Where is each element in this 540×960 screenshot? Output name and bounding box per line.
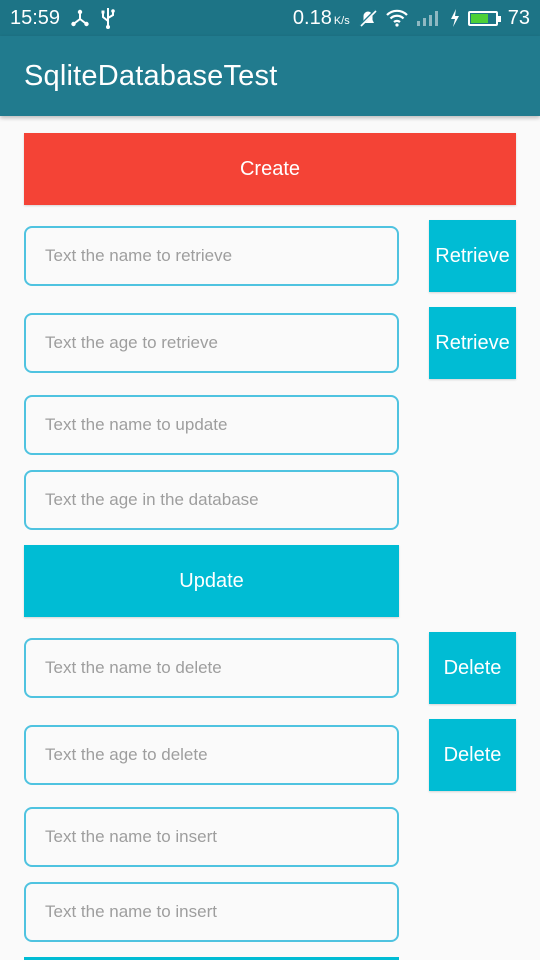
- insert-name-field[interactable]: [24, 807, 399, 867]
- insert-second-input[interactable]: [43, 901, 397, 923]
- battery-level-fill: [470, 13, 488, 23]
- delete-name-button[interactable]: Delete: [429, 632, 516, 704]
- delete-age-button[interactable]: Delete: [429, 719, 516, 791]
- delete-age-field[interactable]: [24, 725, 399, 785]
- retrieve-name-input[interactable]: [43, 245, 397, 267]
- create-button[interactable]: Create: [24, 133, 516, 205]
- status-bar: 15:59 0.18 K/s 73: [0, 0, 540, 36]
- update-age-input[interactable]: [43, 489, 397, 511]
- update-name-input[interactable]: [43, 414, 397, 436]
- retrieve-name-field[interactable]: [24, 226, 399, 286]
- status-time: 15:59: [10, 6, 61, 29]
- insert-name-input[interactable]: [43, 826, 397, 848]
- app-title: SqliteDatabaseTest: [24, 60, 278, 92]
- insert-second-field[interactable]: [24, 882, 399, 942]
- battery-icon: [467, 10, 501, 26]
- update-button[interactable]: Update: [24, 545, 399, 617]
- retrieve-name-button[interactable]: Retrieve: [429, 220, 516, 292]
- usb-icon: [100, 7, 116, 29]
- wifi-icon: [385, 9, 408, 27]
- delete-name-field[interactable]: [24, 638, 399, 698]
- retrieve-age-button[interactable]: Retrieve: [429, 307, 516, 379]
- charging-bolt-icon: [450, 9, 460, 27]
- network-speed: 0.18 K/s: [292, 6, 350, 29]
- notifications-off-icon: [358, 8, 378, 28]
- battery-percent: 73: [507, 6, 530, 29]
- retrieve-age-input[interactable]: [43, 332, 397, 354]
- usb-share-icon: [70, 8, 90, 28]
- update-name-field[interactable]: [24, 395, 399, 455]
- signal-icon: [416, 9, 442, 27]
- delete-age-input[interactable]: [43, 744, 397, 766]
- delete-name-input[interactable]: [43, 657, 397, 679]
- update-age-field[interactable]: [24, 470, 399, 530]
- retrieve-age-field[interactable]: [24, 313, 399, 373]
- app-bar: SqliteDatabaseTest: [0, 36, 540, 116]
